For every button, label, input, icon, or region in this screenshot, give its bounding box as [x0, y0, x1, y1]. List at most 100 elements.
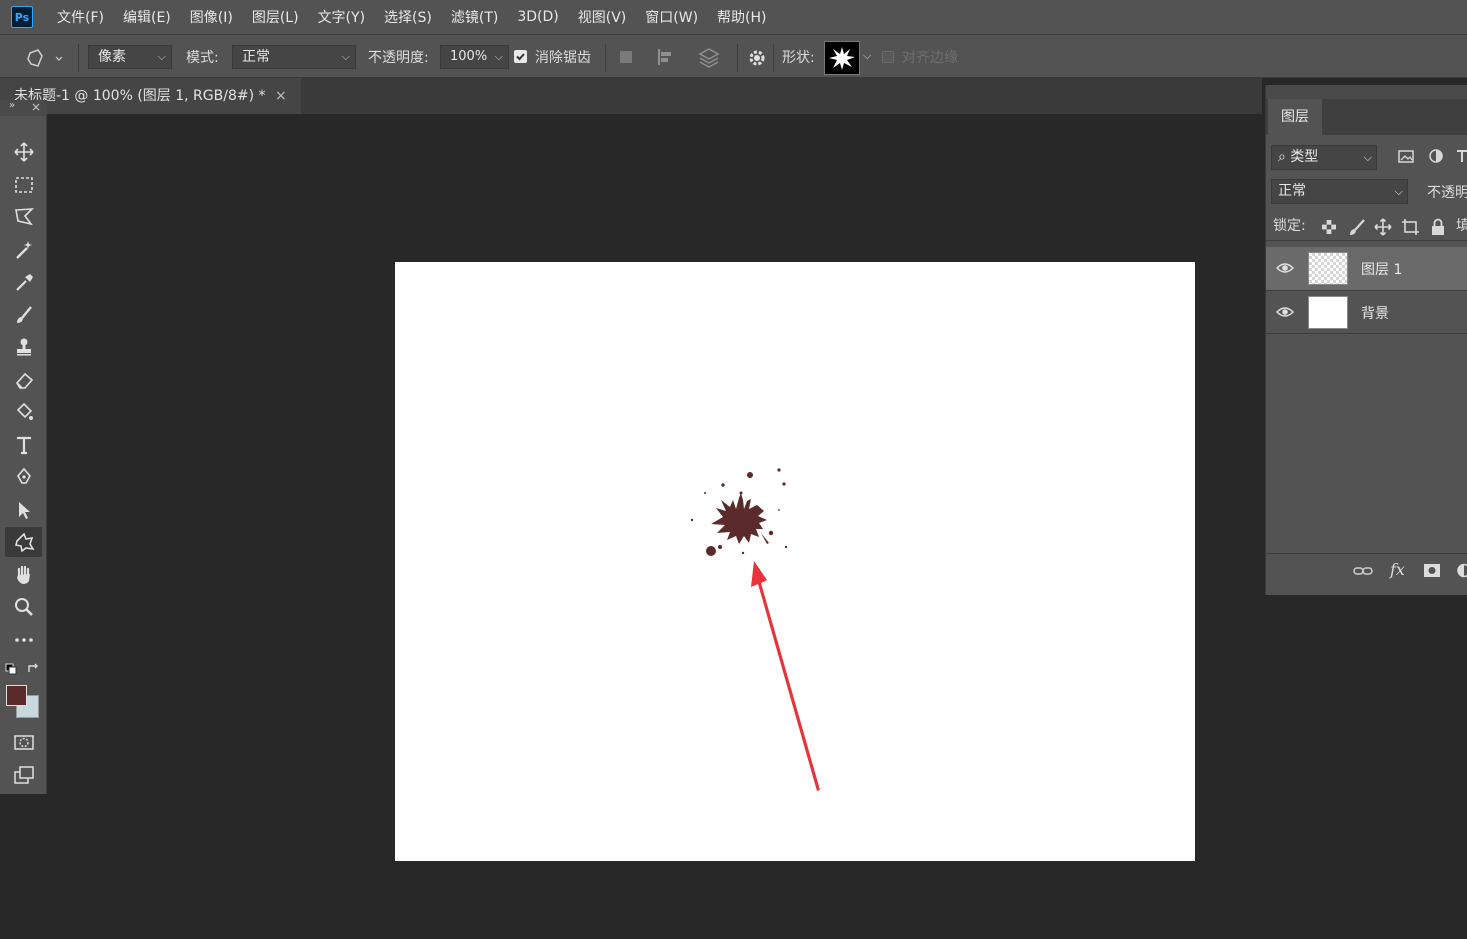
- eraser-tool[interactable]: [5, 365, 42, 395]
- gear-icon[interactable]: [746, 47, 768, 69]
- path-arrangement-icon[interactable]: [697, 46, 721, 68]
- adjustment-filter-icon[interactable]: [1427, 148, 1445, 164]
- layer-filter-value: 类型: [1290, 149, 1319, 165]
- panel-header[interactable]: [1266, 85, 1467, 99]
- lock-position-icon[interactable]: [1374, 218, 1392, 236]
- shape-picker[interactable]: [824, 41, 860, 75]
- menu-window[interactable]: 窗口(W): [645, 7, 698, 27]
- close-icon[interactable]: ×: [31, 100, 41, 114]
- rectangle-marquee-icon: [14, 177, 33, 193]
- pen-icon: [16, 467, 31, 484]
- menu-help[interactable]: 帮助(H): [717, 7, 766, 27]
- lock-transparent-pixels-icon[interactable]: [1321, 219, 1337, 235]
- lock-artboard-icon[interactable]: [1401, 218, 1419, 236]
- zoom-tool[interactable]: [5, 592, 42, 622]
- document-tab-title: 未标题-1 @ 100% (图层 1, RGB/8#) *: [14, 88, 266, 104]
- red-arrow-annotation: [751, 561, 820, 791]
- move-tool[interactable]: [5, 137, 42, 167]
- custom-shape-tool[interactable]: [5, 527, 42, 557]
- layer-name[interactable]: 背景: [1361, 303, 1389, 323]
- lock-label: 锁定:: [1273, 218, 1306, 234]
- menu-file[interactable]: 文件(F): [57, 7, 104, 27]
- adjustment-layer-icon[interactable]: [1456, 563, 1467, 578]
- screen-mode-button[interactable]: [5, 760, 42, 790]
- chevron-down-icon: ⌵: [1363, 151, 1372, 164]
- lock-all-icon[interactable]: [1430, 218, 1446, 236]
- antialias-checkbox[interactable]: [514, 50, 527, 63]
- brush-tool[interactable]: [5, 300, 42, 330]
- type-tool[interactable]: [5, 430, 42, 460]
- menu-view[interactable]: 视图(V): [578, 7, 627, 27]
- blend-mode-value: 正常: [1278, 183, 1306, 199]
- opacity-value: 100%: [450, 49, 488, 64]
- chevron-down-icon: ⌵: [1394, 185, 1403, 198]
- tab-layers[interactable]: 图层: [1268, 99, 1322, 135]
- document-canvas[interactable]: [395, 262, 1195, 861]
- menu-filter[interactable]: 滤镜(T): [451, 7, 498, 27]
- path-alignment-icon[interactable]: [656, 48, 676, 66]
- magic-wand-tool[interactable]: [5, 235, 42, 265]
- splatter-shape: [690, 468, 788, 556]
- opacity-input[interactable]: 100% ⌵: [440, 45, 509, 69]
- mode-dropdown[interactable]: 正常 ⌵: [232, 45, 356, 69]
- swap-colors-icon[interactable]: [26, 663, 40, 675]
- chevron-down-icon: ⌵: [341, 50, 350, 63]
- layer-name[interactable]: 图层 1: [1361, 259, 1402, 279]
- splatter-shape-icon: [829, 47, 855, 70]
- menu-type[interactable]: 文字(Y): [318, 7, 365, 27]
- layer-filter-dropdown[interactable]: ⌕ 类型 ⌵: [1271, 145, 1377, 170]
- blend-mode-dropdown[interactable]: 正常 ⌵: [1271, 179, 1408, 204]
- marquee-tool[interactable]: [5, 170, 42, 200]
- toolbar-header[interactable]: » ×: [0, 100, 47, 116]
- align-edges-checkbox[interactable]: [882, 51, 894, 63]
- custom-shape-tool-icon: [27, 49, 63, 67]
- lasso-tool[interactable]: [5, 202, 42, 232]
- image-filter-icon[interactable]: [1397, 148, 1415, 164]
- paint-bucket-icon: [16, 402, 33, 420]
- canvas-artwork: [690, 468, 820, 791]
- lock-image-pixels-icon[interactable]: [1348, 218, 1366, 236]
- layer-row-background[interactable]: 背景: [1266, 290, 1467, 333]
- link-layers-icon[interactable]: [1353, 564, 1373, 578]
- menu-bar: Ps 文件(F) 编辑(E) 图像(I) 图层(L) 文字(Y) 选择(S) 滤…: [0, 0, 1467, 34]
- hand-tool[interactable]: [5, 560, 42, 590]
- checkmark-icon: [516, 53, 525, 61]
- path-selection-tool[interactable]: [5, 495, 42, 525]
- pen-tool[interactable]: [5, 462, 42, 492]
- polygonal-lasso-icon: [14, 208, 34, 226]
- paint-bucket-tool[interactable]: [5, 397, 42, 427]
- clone-stamp-tool[interactable]: [5, 332, 42, 362]
- type-icon: [16, 436, 31, 455]
- close-icon[interactable]: ×: [275, 78, 287, 114]
- eyedropper-icon: [15, 274, 33, 291]
- add-mask-icon[interactable]: [1423, 563, 1441, 578]
- layer-row-layer1[interactable]: 图层 1: [1266, 247, 1467, 290]
- menu-layer[interactable]: 图层(L): [252, 7, 299, 27]
- move-icon: [13, 142, 34, 162]
- eye-icon[interactable]: [1276, 260, 1294, 276]
- quick-mask-icon: [13, 735, 34, 750]
- menu-edit[interactable]: 编辑(E): [123, 7, 171, 27]
- menu-3d[interactable]: 3D(D): [517, 9, 558, 25]
- panel-tab-bar: 图层: [1266, 99, 1467, 135]
- more-tools[interactable]: [5, 625, 42, 655]
- fill-type-dropdown[interactable]: 像素 ⌵: [88, 45, 172, 69]
- fill-label: 填: [1456, 218, 1467, 234]
- menu-select[interactable]: 选择(S): [384, 7, 432, 27]
- menu-image[interactable]: 图像(I): [190, 7, 233, 27]
- layer-style-fx-icon[interactable]: fx: [1390, 560, 1405, 579]
- collapse-icon[interactable]: »: [9, 100, 15, 111]
- chevron-down-icon[interactable]: ⌵: [863, 49, 871, 63]
- divider: [1266, 333, 1467, 334]
- eye-icon[interactable]: [1276, 304, 1294, 320]
- foreground-color-swatch[interactable]: [6, 685, 27, 706]
- default-colors-icon[interactable]: [5, 663, 17, 675]
- hand-icon: [16, 565, 30, 584]
- chevron-down-icon: ⌵: [157, 50, 166, 63]
- path-operations-icon[interactable]: [620, 51, 632, 63]
- quick-mask-button[interactable]: [5, 727, 42, 757]
- magnifier-icon: [14, 598, 33, 616]
- tool-preset-picker[interactable]: [24, 47, 64, 69]
- eyedropper-tool[interactable]: [5, 267, 42, 297]
- type-filter-icon[interactable]: [1456, 148, 1467, 164]
